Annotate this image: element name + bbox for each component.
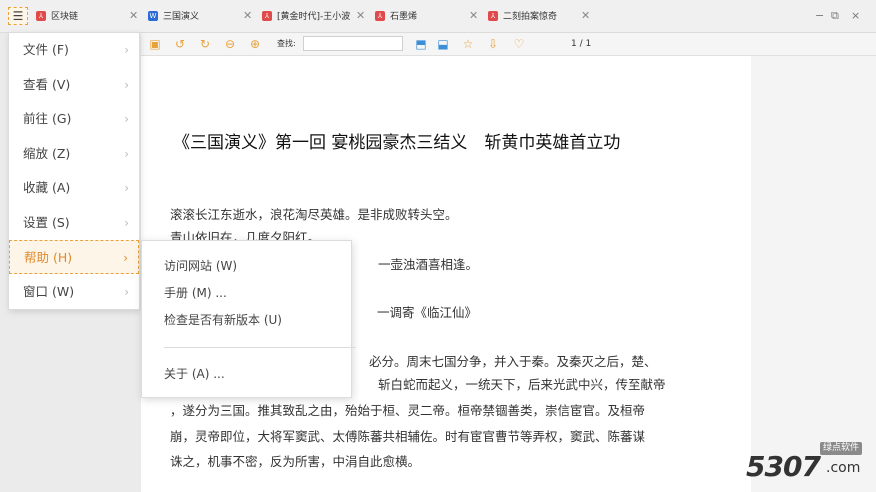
zoom-out-icon[interactable]: ⊖ — [222, 36, 238, 52]
toolbar: ▣ ↺ ↻ ⊖ ⊕ 查找: ⬒ ⬓ ☆ ⇩ ♡ 1 / 1 — [141, 33, 876, 56]
menu-item-window[interactable]: 窗口 (W) › — [9, 275, 139, 309]
document-line: 一调寄《临江仙》 — [377, 305, 478, 320]
menu-item-label: 帮助 (H) — [24, 250, 73, 265]
chevron-right-icon: › — [124, 43, 129, 57]
tab-label: 石墨烯 — [390, 12, 418, 22]
chevron-right-icon: › — [124, 285, 129, 299]
word-icon: W — [148, 11, 158, 21]
prev-page-icon[interactable]: ⬒ — [413, 36, 429, 52]
favorite-star-icon[interactable]: ☆ — [460, 36, 476, 52]
watermark-badge: 绿点软件 — [820, 442, 863, 455]
download-icon[interactable]: ⇩ — [485, 36, 501, 52]
document-line: 斩白蛇而起义，一统天下，后来光武中兴，传至献帝 — [378, 377, 666, 392]
pdf-icon: ⅄ — [488, 11, 498, 21]
submenu-check-update[interactable]: 检查是否有新版本 (U) — [164, 312, 282, 328]
open-icon[interactable]: ▣ — [147, 36, 163, 52]
document-line: ，遂分为三国。推其致乱之由，殆始于桓、灵二帝。桓帝禁锢善类，崇信宦官。及桓帝 — [170, 403, 646, 418]
search-input[interactable] — [303, 36, 403, 51]
chevron-right-icon: › — [124, 78, 129, 92]
help-submenu: 访问网站 (W) 手册 (M) ... 检查是否有新版本 (U) 关于 (A) … — [141, 240, 356, 398]
tab-label: [黄金时代]-王小波 — [277, 12, 351, 22]
menu-item-label: 查看 (V) — [23, 77, 71, 92]
pdf-icon: ⅄ — [36, 11, 46, 21]
tab-label: 三国演义 — [163, 12, 200, 22]
chevron-right-icon: › — [124, 216, 129, 230]
redo-icon[interactable]: ↻ — [197, 36, 213, 52]
tab-bar: ☰ ⅄ 区块链 ✕ W 三国演义 ✕ ⅄ [黄金时代]-王小波 ✕ ⅄ 石墨烯 ✕ ⅄ 二… — [0, 0, 876, 33]
tab-golden-age[interactable]: ⅄ [黄金时代]-王小波 — [262, 6, 354, 28]
restore-icon[interactable]: ⧉ — [831, 8, 839, 24]
chevron-right-icon: › — [124, 181, 129, 195]
divider — [164, 347, 356, 348]
menu-item-file[interactable]: 文件 (F) › — [9, 33, 139, 67]
watermark-text: 5307 — [746, 450, 821, 483]
main-menu-button[interactable]: ☰ — [8, 7, 28, 25]
tab-graphene[interactable]: ⅄ 石墨烯 — [375, 6, 465, 28]
menu-item-label: 收藏 (A) — [23, 180, 71, 195]
tab-sanguo[interactable]: W 三国演义 — [148, 6, 238, 28]
window-close-icon[interactable]: × — [851, 8, 860, 24]
tab-erke[interactable]: ⅄ 二刻拍案惊奇 — [488, 6, 578, 28]
document-line: 诛之，机事不密，反为所害，中涓自此愈横。 — [170, 454, 421, 469]
document-line: 一壶浊酒喜相逢。 — [378, 257, 479, 272]
zoom-in-icon[interactable]: ⊕ — [247, 36, 263, 52]
menu-item-settings[interactable]: 设置 (S) › — [9, 206, 139, 240]
close-icon[interactable]: ✕ — [581, 8, 590, 24]
watermark-suffix: .com — [826, 460, 861, 476]
menu-item-zoom[interactable]: 缩放 (Z) › — [9, 137, 139, 171]
close-icon[interactable]: ✕ — [243, 8, 252, 24]
document-title: 《三国演义》第一回 宴桃园豪杰三结义 斩黄巾英雄首立功 — [173, 133, 621, 153]
submenu-about[interactable]: 关于 (A) ... — [164, 366, 225, 382]
vip-heart-icon[interactable]: ♡ — [511, 36, 527, 52]
search-label: 查找: — [277, 39, 296, 48]
chevron-right-icon: › — [123, 251, 128, 265]
page-count: 1 / 1 — [571, 39, 592, 49]
minimize-icon[interactable]: − — [815, 8, 824, 24]
menu-item-view[interactable]: 查看 (V) › — [9, 68, 139, 102]
document-line: 崩，灵帝即位，大将军窦武、太傅陈蕃共相辅佐。时有宦官曹节等弄权，窦武、陈蕃谋 — [170, 429, 646, 444]
menu-item-go[interactable]: 前往 (G) › — [9, 102, 139, 136]
tab-label: 二刻拍案惊奇 — [503, 12, 558, 22]
menu-item-label: 文件 (F) — [23, 42, 69, 57]
next-page-icon[interactable]: ⬓ — [435, 36, 451, 52]
close-icon[interactable]: ✕ — [129, 8, 138, 24]
menu-item-label: 设置 (S) — [23, 215, 70, 230]
menu-item-label: 窗口 (W) — [23, 284, 75, 299]
chevron-right-icon: › — [124, 147, 129, 161]
document-line: 滚滚长江东逝水，浪花淘尽英雄。是非成败转头空。 — [170, 207, 458, 222]
close-icon[interactable]: ✕ — [356, 8, 365, 24]
menu-item-label: 缩放 (Z) — [23, 146, 71, 161]
menu-item-label: 前往 (G) — [23, 111, 72, 126]
document-line: 必分。周末七国分争，并入于秦。及秦灭之后，楚、 — [369, 354, 657, 369]
tab-label: 区块链 — [51, 12, 79, 22]
pdf-icon: ⅄ — [262, 11, 272, 21]
undo-icon[interactable]: ↺ — [172, 36, 188, 52]
menu-item-help[interactable]: 帮助 (H) › — [9, 240, 139, 274]
submenu-visit-website[interactable]: 访问网站 (W) — [164, 258, 237, 274]
submenu-manual[interactable]: 手册 (M) ... — [164, 285, 227, 301]
tab-blockchain[interactable]: ⅄ 区块链 — [36, 6, 131, 28]
pdf-icon: ⅄ — [375, 11, 385, 21]
chevron-right-icon: › — [124, 112, 129, 126]
close-icon[interactable]: ✕ — [469, 8, 478, 24]
main-menu: 文件 (F) › 查看 (V) › 前往 (G) › 缩放 (Z) › 收藏 (A) › … — [8, 32, 140, 310]
right-panel — [751, 56, 876, 492]
watermark-logo: 绿点软件 5307 .com — [746, 440, 876, 492]
menu-item-favorites[interactable]: 收藏 (A) › — [9, 171, 139, 205]
